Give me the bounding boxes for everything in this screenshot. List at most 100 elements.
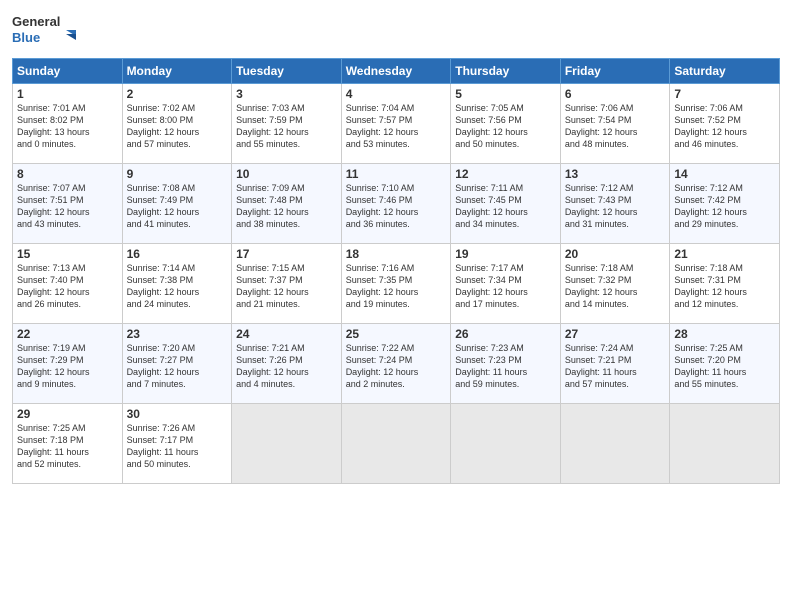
day-cell: 7Sunrise: 7:06 AM Sunset: 7:52 PM Daylig… bbox=[670, 84, 780, 164]
day-info: Sunrise: 7:22 AM Sunset: 7:24 PM Dayligh… bbox=[346, 342, 447, 391]
day-cell: 26Sunrise: 7:23 AM Sunset: 7:23 PM Dayli… bbox=[451, 324, 561, 404]
day-info: Sunrise: 7:16 AM Sunset: 7:35 PM Dayligh… bbox=[346, 262, 447, 311]
week-row-1: 1Sunrise: 7:01 AM Sunset: 8:02 PM Daylig… bbox=[13, 84, 780, 164]
day-cell: 11Sunrise: 7:10 AM Sunset: 7:46 PM Dayli… bbox=[341, 164, 451, 244]
day-number: 28 bbox=[674, 327, 775, 341]
day-number: 12 bbox=[455, 167, 556, 181]
day-info: Sunrise: 7:06 AM Sunset: 7:54 PM Dayligh… bbox=[565, 102, 666, 151]
col-header-saturday: Saturday bbox=[670, 59, 780, 84]
day-number: 23 bbox=[127, 327, 228, 341]
day-number: 5 bbox=[455, 87, 556, 101]
day-info: Sunrise: 7:26 AM Sunset: 7:17 PM Dayligh… bbox=[127, 422, 228, 471]
day-info: Sunrise: 7:24 AM Sunset: 7:21 PM Dayligh… bbox=[565, 342, 666, 391]
day-number: 6 bbox=[565, 87, 666, 101]
day-cell bbox=[560, 404, 670, 484]
week-row-2: 8Sunrise: 7:07 AM Sunset: 7:51 PM Daylig… bbox=[13, 164, 780, 244]
day-info: Sunrise: 7:02 AM Sunset: 8:00 PM Dayligh… bbox=[127, 102, 228, 151]
day-cell bbox=[451, 404, 561, 484]
week-row-4: 22Sunrise: 7:19 AM Sunset: 7:29 PM Dayli… bbox=[13, 324, 780, 404]
day-cell: 2Sunrise: 7:02 AM Sunset: 8:00 PM Daylig… bbox=[122, 84, 232, 164]
day-number: 20 bbox=[565, 247, 666, 261]
day-number: 13 bbox=[565, 167, 666, 181]
day-cell: 12Sunrise: 7:11 AM Sunset: 7:45 PM Dayli… bbox=[451, 164, 561, 244]
col-header-wednesday: Wednesday bbox=[341, 59, 451, 84]
day-info: Sunrise: 7:09 AM Sunset: 7:48 PM Dayligh… bbox=[236, 182, 337, 231]
day-number: 25 bbox=[346, 327, 447, 341]
day-info: Sunrise: 7:14 AM Sunset: 7:38 PM Dayligh… bbox=[127, 262, 228, 311]
day-cell: 22Sunrise: 7:19 AM Sunset: 7:29 PM Dayli… bbox=[13, 324, 123, 404]
day-info: Sunrise: 7:20 AM Sunset: 7:27 PM Dayligh… bbox=[127, 342, 228, 391]
svg-text:General: General bbox=[12, 14, 60, 29]
header-row: SundayMondayTuesdayWednesdayThursdayFrid… bbox=[13, 59, 780, 84]
day-info: Sunrise: 7:11 AM Sunset: 7:45 PM Dayligh… bbox=[455, 182, 556, 231]
day-number: 18 bbox=[346, 247, 447, 261]
day-cell: 10Sunrise: 7:09 AM Sunset: 7:48 PM Dayli… bbox=[232, 164, 342, 244]
day-cell: 18Sunrise: 7:16 AM Sunset: 7:35 PM Dayli… bbox=[341, 244, 451, 324]
day-cell: 16Sunrise: 7:14 AM Sunset: 7:38 PM Dayli… bbox=[122, 244, 232, 324]
day-number: 17 bbox=[236, 247, 337, 261]
day-number: 7 bbox=[674, 87, 775, 101]
day-cell: 20Sunrise: 7:18 AM Sunset: 7:32 PM Dayli… bbox=[560, 244, 670, 324]
header: General Blue bbox=[12, 10, 780, 54]
day-number: 14 bbox=[674, 167, 775, 181]
day-cell: 3Sunrise: 7:03 AM Sunset: 7:59 PM Daylig… bbox=[232, 84, 342, 164]
day-cell bbox=[670, 404, 780, 484]
day-info: Sunrise: 7:18 AM Sunset: 7:31 PM Dayligh… bbox=[674, 262, 775, 311]
day-info: Sunrise: 7:03 AM Sunset: 7:59 PM Dayligh… bbox=[236, 102, 337, 151]
day-info: Sunrise: 7:07 AM Sunset: 7:51 PM Dayligh… bbox=[17, 182, 118, 231]
day-number: 27 bbox=[565, 327, 666, 341]
day-number: 9 bbox=[127, 167, 228, 181]
day-cell: 27Sunrise: 7:24 AM Sunset: 7:21 PM Dayli… bbox=[560, 324, 670, 404]
day-cell: 21Sunrise: 7:18 AM Sunset: 7:31 PM Dayli… bbox=[670, 244, 780, 324]
day-cell: 19Sunrise: 7:17 AM Sunset: 7:34 PM Dayli… bbox=[451, 244, 561, 324]
day-number: 29 bbox=[17, 407, 118, 421]
day-cell: 14Sunrise: 7:12 AM Sunset: 7:42 PM Dayli… bbox=[670, 164, 780, 244]
day-info: Sunrise: 7:13 AM Sunset: 7:40 PM Dayligh… bbox=[17, 262, 118, 311]
day-cell: 6Sunrise: 7:06 AM Sunset: 7:54 PM Daylig… bbox=[560, 84, 670, 164]
day-info: Sunrise: 7:21 AM Sunset: 7:26 PM Dayligh… bbox=[236, 342, 337, 391]
day-number: 26 bbox=[455, 327, 556, 341]
day-number: 15 bbox=[17, 247, 118, 261]
week-row-5: 29Sunrise: 7:25 AM Sunset: 7:18 PM Dayli… bbox=[13, 404, 780, 484]
logo: General Blue bbox=[12, 10, 82, 54]
day-number: 30 bbox=[127, 407, 228, 421]
day-info: Sunrise: 7:25 AM Sunset: 7:18 PM Dayligh… bbox=[17, 422, 118, 471]
day-info: Sunrise: 7:04 AM Sunset: 7:57 PM Dayligh… bbox=[346, 102, 447, 151]
day-number: 19 bbox=[455, 247, 556, 261]
generalblue-logo: General Blue bbox=[12, 10, 82, 54]
day-cell: 15Sunrise: 7:13 AM Sunset: 7:40 PM Dayli… bbox=[13, 244, 123, 324]
day-info: Sunrise: 7:19 AM Sunset: 7:29 PM Dayligh… bbox=[17, 342, 118, 391]
day-info: Sunrise: 7:10 AM Sunset: 7:46 PM Dayligh… bbox=[346, 182, 447, 231]
day-info: Sunrise: 7:25 AM Sunset: 7:20 PM Dayligh… bbox=[674, 342, 775, 391]
day-cell: 4Sunrise: 7:04 AM Sunset: 7:57 PM Daylig… bbox=[341, 84, 451, 164]
day-info: Sunrise: 7:05 AM Sunset: 7:56 PM Dayligh… bbox=[455, 102, 556, 151]
day-cell: 24Sunrise: 7:21 AM Sunset: 7:26 PM Dayli… bbox=[232, 324, 342, 404]
col-header-tuesday: Tuesday bbox=[232, 59, 342, 84]
day-number: 21 bbox=[674, 247, 775, 261]
day-cell: 17Sunrise: 7:15 AM Sunset: 7:37 PM Dayli… bbox=[232, 244, 342, 324]
day-info: Sunrise: 7:06 AM Sunset: 7:52 PM Dayligh… bbox=[674, 102, 775, 151]
day-info: Sunrise: 7:01 AM Sunset: 8:02 PM Dayligh… bbox=[17, 102, 118, 151]
day-cell: 8Sunrise: 7:07 AM Sunset: 7:51 PM Daylig… bbox=[13, 164, 123, 244]
day-cell: 30Sunrise: 7:26 AM Sunset: 7:17 PM Dayli… bbox=[122, 404, 232, 484]
day-cell: 13Sunrise: 7:12 AM Sunset: 7:43 PM Dayli… bbox=[560, 164, 670, 244]
day-number: 1 bbox=[17, 87, 118, 101]
day-number: 16 bbox=[127, 247, 228, 261]
day-number: 11 bbox=[346, 167, 447, 181]
day-cell: 29Sunrise: 7:25 AM Sunset: 7:18 PM Dayli… bbox=[13, 404, 123, 484]
day-number: 2 bbox=[127, 87, 228, 101]
day-cell: 23Sunrise: 7:20 AM Sunset: 7:27 PM Dayli… bbox=[122, 324, 232, 404]
calendar-container: General Blue SundayMondayTuesdayWednesda… bbox=[0, 0, 792, 494]
col-header-monday: Monday bbox=[122, 59, 232, 84]
day-cell: 28Sunrise: 7:25 AM Sunset: 7:20 PM Dayli… bbox=[670, 324, 780, 404]
day-number: 24 bbox=[236, 327, 337, 341]
day-number: 10 bbox=[236, 167, 337, 181]
calendar-table: SundayMondayTuesdayWednesdayThursdayFrid… bbox=[12, 58, 780, 484]
col-header-friday: Friday bbox=[560, 59, 670, 84]
day-info: Sunrise: 7:23 AM Sunset: 7:23 PM Dayligh… bbox=[455, 342, 556, 391]
col-header-thursday: Thursday bbox=[451, 59, 561, 84]
svg-text:Blue: Blue bbox=[12, 30, 40, 45]
day-cell: 25Sunrise: 7:22 AM Sunset: 7:24 PM Dayli… bbox=[341, 324, 451, 404]
day-info: Sunrise: 7:18 AM Sunset: 7:32 PM Dayligh… bbox=[565, 262, 666, 311]
col-header-sunday: Sunday bbox=[13, 59, 123, 84]
